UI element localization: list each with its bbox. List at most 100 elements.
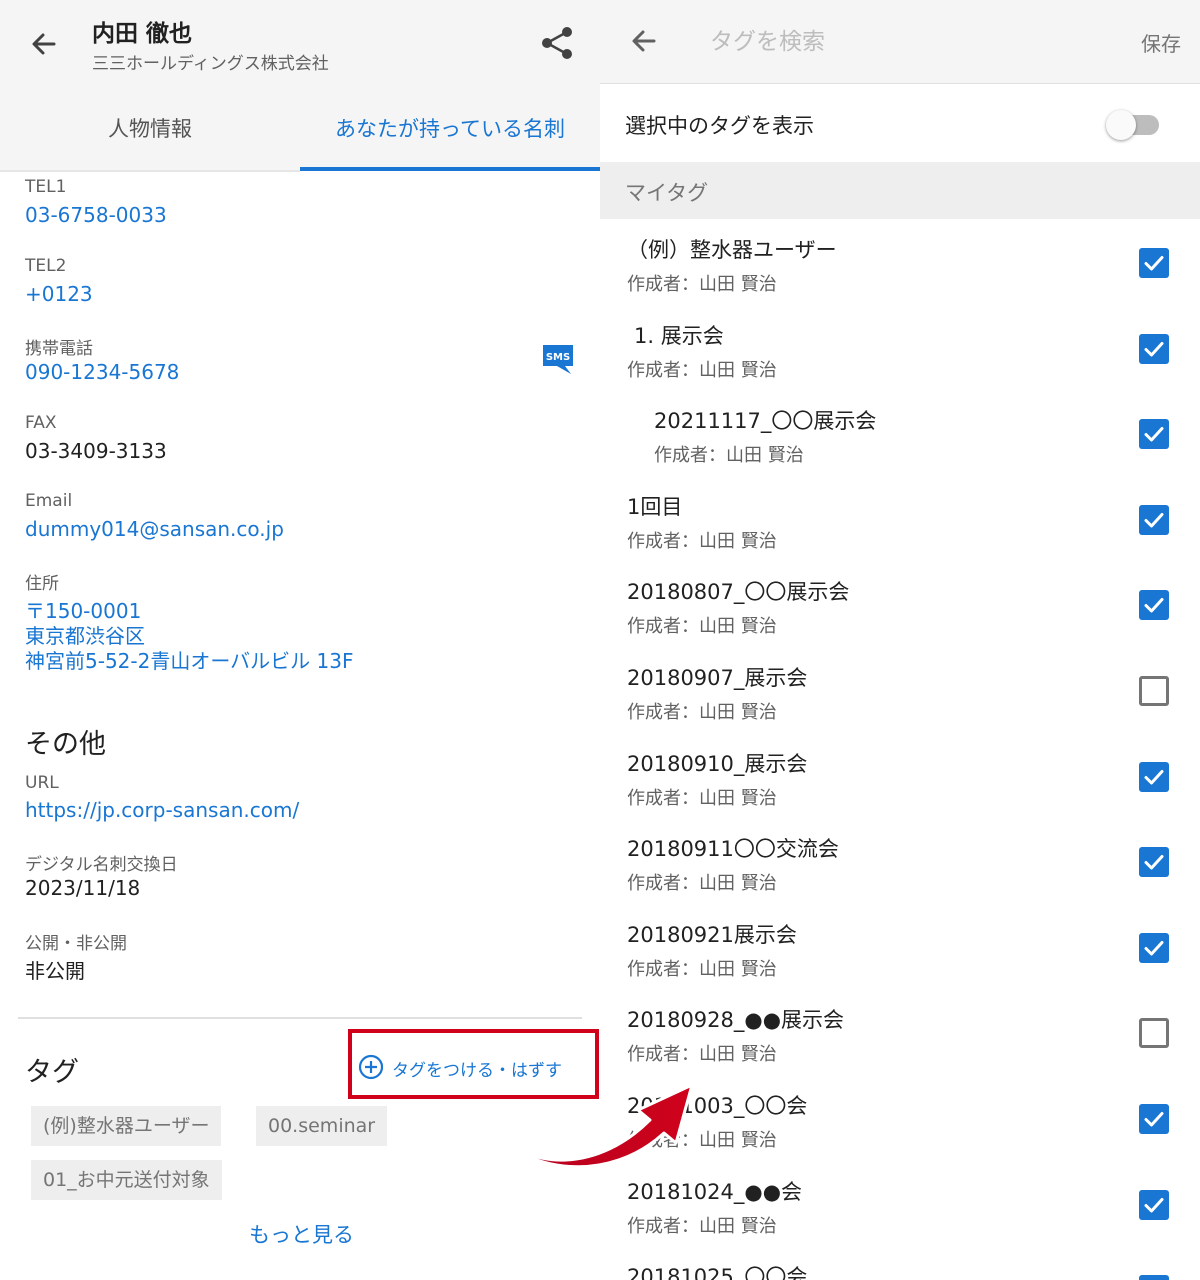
checkbox-checked[interactable] (1139, 1190, 1169, 1220)
tag-creator: 作成者：山田 賢治 (627, 360, 777, 381)
tel1-label: TEL1 (25, 177, 67, 197)
checkbox-checked[interactable] (1139, 590, 1169, 620)
check-icon (1144, 941, 1164, 956)
show-more-link[interactable]: もっと見る (249, 1219, 354, 1249)
checkbox-checked[interactable] (1139, 933, 1169, 963)
sms-icon-text: SMS (546, 352, 570, 363)
show-selected-label: 選択中のタグを表示 (625, 114, 814, 138)
other-section-title: その他 (25, 729, 106, 760)
tag-creator: 作成者：山田 賢治 (627, 531, 777, 552)
checkbox-checked[interactable] (1139, 505, 1169, 535)
check-icon (1144, 1112, 1164, 1127)
check-icon (1144, 513, 1164, 528)
address-label: 住所 (25, 574, 59, 594)
check-icon (1144, 1198, 1164, 1213)
show-selected-toggle-row: 選択中のタグを表示 (600, 84, 1200, 162)
exchange-date-label: デジタル名刺交換日 (25, 855, 178, 875)
tag-name: 20180921展示会 (627, 923, 797, 947)
tag-creator: 作成者：山田 賢治 (627, 959, 777, 980)
tag-list-item[interactable]: 20181025_〇〇会 (600, 1247, 1200, 1280)
tag-creator: 作成者：山田 賢治 (654, 445, 804, 466)
share-icon[interactable] (538, 24, 576, 62)
tag-list-item[interactable]: 20211117_〇〇展示会 作成者：山田 賢治 (600, 391, 1200, 477)
tag-creator: 作成者：山田 賢治 (627, 702, 777, 723)
checkbox-checked[interactable] (1139, 419, 1169, 449)
mobile-label: 携帯電話 (25, 339, 93, 359)
tag-name: （例）整水器ユーザー (627, 238, 837, 262)
save-button[interactable]: 保存 (1141, 28, 1181, 57)
tag-list-item[interactable]: 20180907_展示会 作成者：山田 賢治 (600, 648, 1200, 734)
tag-list-item[interactable]: 20180910_展示会 作成者：山田 賢治 (600, 734, 1200, 820)
my-tags-section-header: マイタグ (600, 162, 1200, 219)
checkbox-checked[interactable] (1139, 762, 1169, 792)
checkbox-unchecked[interactable] (1139, 1018, 1169, 1048)
tag-name: 20180807_〇〇展示会 (627, 580, 850, 604)
back-arrow-icon[interactable] (24, 24, 64, 64)
section-divider (18, 1017, 582, 1019)
checkbox-checked[interactable] (1139, 847, 1169, 877)
toggle-thumb[interactable] (1106, 110, 1136, 140)
tab-your-cards[interactable]: あなたが持っている名刺 (300, 100, 600, 170)
company-name: 三三ホールディングス株式会社 (92, 54, 329, 74)
check-icon (1144, 256, 1164, 271)
sms-icon[interactable]: SMS (541, 342, 575, 376)
tag-list-item[interactable]: 1. 展示会作成者：山田 賢治 (600, 306, 1200, 392)
tag-name: 20180907_展示会 (627, 666, 808, 690)
visibility-value: 非公開 (25, 959, 85, 983)
tag-creator: 作成者：山田 賢治 (627, 788, 777, 809)
tag-creator: 作成者：山田 賢治 (627, 1044, 777, 1065)
check-icon (1144, 855, 1164, 870)
tag-name: 1回目 (627, 495, 683, 519)
header-divider (0, 170, 300, 172)
check-icon (1144, 342, 1164, 357)
contact-header: 内田 徹也 三三ホールディングス株式会社 人物情報 あなたが持っている名刺 (0, 0, 600, 171)
tel2-label: TEL2 (25, 256, 67, 276)
url-label: URL (25, 773, 59, 793)
tag-name: 20181025_〇〇会 (627, 1265, 808, 1280)
back-arrow-icon[interactable] (624, 21, 664, 61)
my-tags-label: マイタグ (625, 181, 709, 205)
tag-creator: 作成者：山田 賢治 (627, 274, 777, 295)
check-icon (1144, 427, 1164, 442)
mobile-link[interactable]: 090-1234-5678 (25, 360, 179, 384)
tag-creator: 作成者：山田 賢治 (627, 873, 777, 894)
tab-person-info[interactable]: 人物情報 (0, 100, 300, 170)
tag-name: 20180928_●●展示会 (627, 1008, 845, 1032)
tag-name: 20211117_〇〇展示会 (654, 409, 877, 433)
tel1-link[interactable]: 03-6758-0033 (25, 203, 167, 227)
checkbox-unchecked[interactable] (1139, 676, 1169, 706)
address-line[interactable]: 神宮前5-52-2青山オーバルビル 13F (25, 645, 353, 674)
url-link[interactable]: https://jp.corp-sansan.com/ (25, 798, 299, 822)
tag-list-item[interactable]: 20180807_〇〇展示会 作成者：山田 賢治 (600, 562, 1200, 648)
checkbox-checked[interactable] (1139, 1104, 1169, 1134)
tag-name: 20181024_●●会 (627, 1180, 803, 1204)
curved-arrow-icon (486, 1083, 694, 1169)
tag-creator: 作成者：山田 賢治 (627, 616, 777, 637)
tag-chip: 01_お中元送付対象 (31, 1160, 222, 1200)
tag-list-item[interactable]: 1回目作成者：山田 賢治 (600, 477, 1200, 563)
contact-name: 内田 徹也 (92, 21, 193, 47)
fax-value: 03-3409-3133 (25, 439, 167, 463)
check-icon (1144, 770, 1164, 785)
tag-search-header: 保存 (600, 0, 1200, 84)
plus-circle-icon[interactable] (358, 1054, 384, 1080)
checkbox-checked[interactable] (1139, 334, 1169, 364)
tag-chip: 00.seminar (256, 1106, 388, 1146)
tag-creator: 作成者：山田 賢治 (627, 1216, 777, 1237)
tag-list-item[interactable]: 20180921展示会 作成者：山田 賢治 (600, 905, 1200, 991)
active-tab-indicator (300, 167, 600, 171)
tag-name: 20180910_展示会 (627, 752, 808, 776)
tag-list-item[interactable]: 20180911〇〇交流会 作成者：山田 賢治 (600, 819, 1200, 905)
visibility-label: 公開・非公開 (25, 934, 127, 954)
tags-section-title: タグ (25, 1057, 79, 1088)
tag-name: 1. 展示会 (634, 324, 724, 348)
checkbox-checked[interactable] (1139, 1275, 1169, 1280)
email-label: Email (25, 491, 73, 511)
tag-list-item[interactable]: （例）整水器ユーザー 作成者：山田 賢治 (600, 220, 1200, 306)
tag-search-input[interactable] (710, 20, 1090, 64)
email-link[interactable]: dummy014@sansan.co.jp (25, 517, 284, 541)
checkbox-checked[interactable] (1139, 248, 1169, 278)
tag-list-item[interactable]: 20180928_●●展示会 作成者：山田 賢治 (600, 990, 1200, 1076)
check-icon (1144, 598, 1164, 613)
tel2-link[interactable]: +0123 (25, 282, 93, 306)
